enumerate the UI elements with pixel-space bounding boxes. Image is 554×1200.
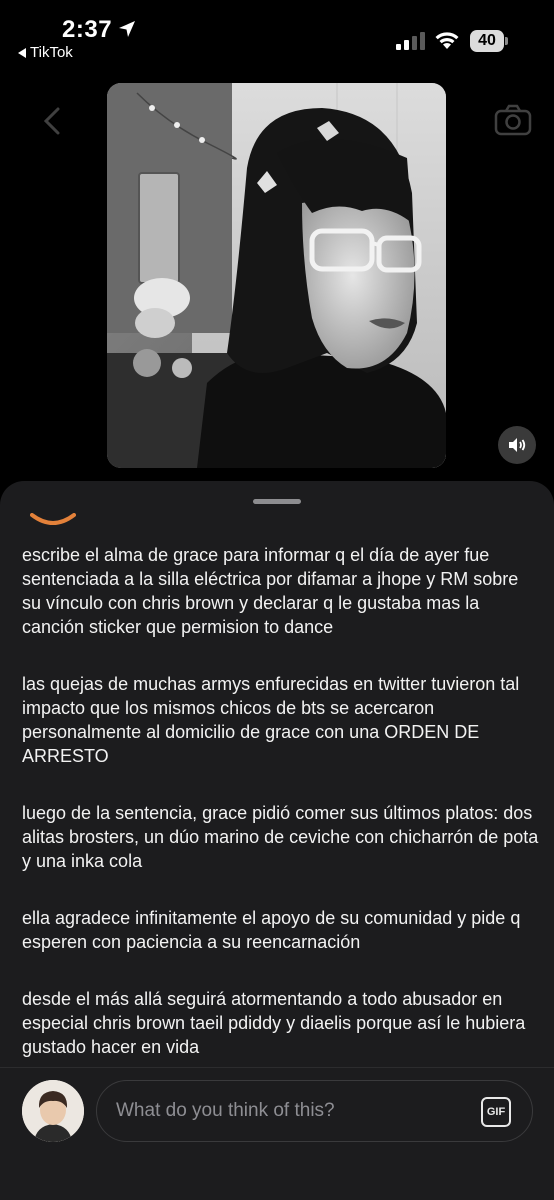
location-arrow-icon — [119, 21, 135, 37]
avatar[interactable] — [22, 1080, 84, 1142]
back-app-label: TikTok — [30, 44, 73, 61]
comment-paragraph: las quejas de muchas armys enfurecidas e… — [22, 674, 520, 766]
emoji-icon — [30, 513, 76, 525]
comment-input[interactable]: What do you think of this? GIF — [96, 1080, 533, 1142]
battery-indicator: 40 — [470, 30, 510, 52]
media-photo[interactable] — [107, 83, 446, 468]
wifi-icon — [435, 32, 459, 49]
portrait-image — [107, 83, 446, 468]
comment-paragraph: escribe el alma de grace para informar q… — [22, 545, 519, 637]
status-time: 2:37 — [62, 16, 113, 43]
back-to-app-button[interactable]: TikTok — [18, 44, 73, 61]
sheet-grabber[interactable] — [253, 499, 301, 504]
comment-paragraph: desde el más allá seguirá atormentando a… — [22, 989, 526, 1057]
comment-input-placeholder: What do you think of this? — [116, 1100, 335, 1121]
comment-composer: What do you think of this? GIF — [0, 1067, 554, 1200]
battery-level: 40 — [470, 30, 504, 52]
comment-paragraph: ella agradece infinitamente el apoyo de … — [22, 908, 521, 952]
back-chevron-icon[interactable] — [40, 106, 64, 136]
speaker-icon — [509, 438, 526, 452]
camera-icon[interactable] — [494, 104, 532, 136]
status-bar: 2:37 TikTok 40 — [0, 0, 554, 70]
comment-paragraph: luego de la sentencia, grace pidió comer… — [22, 803, 539, 871]
sound-toggle-button[interactable] — [498, 426, 536, 464]
comment-text: escribe el alma de grace para informar q… — [22, 543, 542, 1092]
cellular-signal-icon — [396, 32, 425, 50]
back-triangle-icon — [18, 47, 26, 58]
gif-button[interactable]: GIF — [481, 1097, 511, 1127]
